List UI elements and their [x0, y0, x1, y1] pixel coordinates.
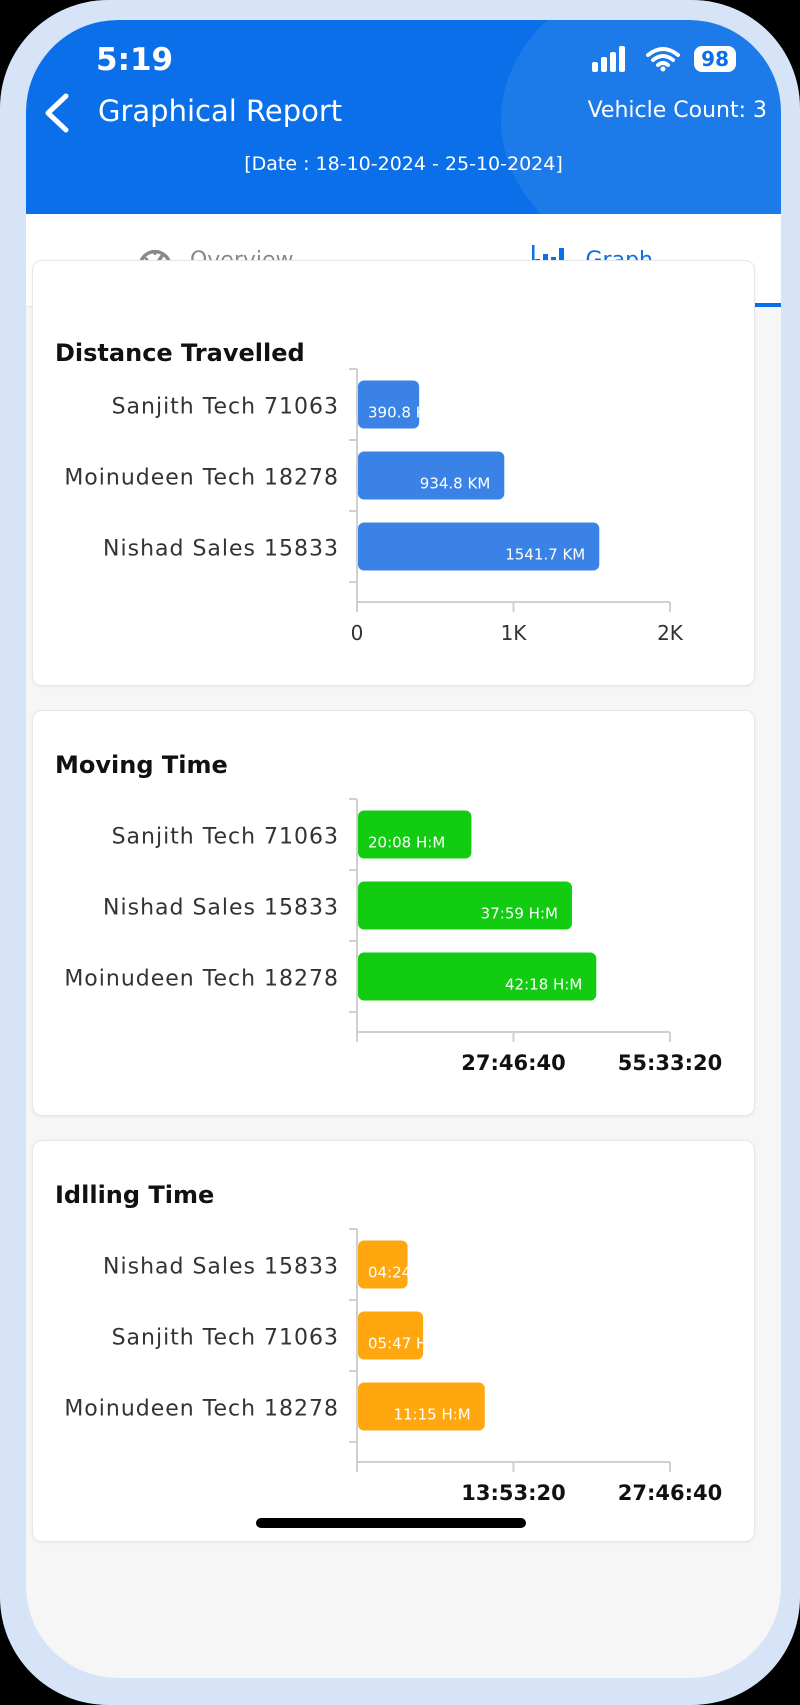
back-button[interactable]: [38, 90, 78, 136]
status-icons: 98: [592, 46, 736, 72]
cellular-signal-icon: [592, 46, 626, 72]
x-tick-label: 27:46:40: [461, 1051, 565, 1075]
page-title: Graphical Report: [98, 94, 343, 128]
distance-card: Distance Travelled Sanjith Tech 71063 390…: [32, 260, 755, 686]
bar-value-label: 37:59 H:M: [481, 905, 558, 923]
wifi-icon: [646, 47, 681, 72]
x-tick-label: 13:53:20: [461, 1481, 565, 1505]
category-label: Nishad Sales 15833: [103, 1255, 339, 1280]
bar-value-label: 390.8 K: [368, 404, 427, 422]
category-label: Moinudeen Tech 18278: [64, 1397, 339, 1422]
category-label: Sanjith Tech 71063: [112, 395, 339, 420]
bar-value-label: 20:08 H:M: [368, 834, 445, 852]
battery-indicator: 98: [694, 46, 736, 72]
category-label: Moinudeen Tech 18278: [64, 466, 339, 491]
x-tick-label: 2K: [657, 621, 684, 645]
idling-time-card: Idlling Time Nishad Sales 15833 04:24 Sanj…: [32, 1140, 755, 1542]
x-tick-label: 1K: [501, 621, 528, 645]
x-tick-label: 0: [351, 621, 364, 645]
distance-chart: Sanjith Tech 71063 390.8 K Moinudeen Tech …: [64, 368, 684, 645]
date-range: [Date : 18-10-2024 - 25-10-2024]: [244, 153, 563, 175]
moving-time-card: Moving Time Sanjith Tech 71063 20:08 H:M N…: [32, 710, 755, 1116]
category-label: Moinudeen Tech 18278: [64, 967, 339, 992]
category-label: Sanjith Tech 71063: [112, 825, 339, 850]
status-time: 5:19: [96, 42, 174, 78]
screen: 5:19 98 Graphical Report Vehicle Count: …: [26, 20, 781, 1678]
chart-title: Moving Time: [55, 751, 228, 779]
app-header: 5:19 98 Graphical Report Vehicle Count: …: [26, 20, 781, 214]
bar-value-label: 04:24: [368, 1264, 411, 1282]
category-label: Nishad Sales 15833: [103, 896, 339, 921]
bar-value-label: 1541.7 KM: [505, 546, 585, 564]
bar-value-label: 05:47 H: [368, 1335, 427, 1353]
bar-value-label: 42:18 H:M: [505, 976, 582, 994]
category-label: Sanjith Tech 71063: [112, 1326, 339, 1351]
bar-value-label: 11:15 H:M: [393, 1406, 470, 1424]
chart-title: Idlling Time: [55, 1181, 215, 1209]
x-tick-label: 27:46:40: [618, 1481, 722, 1505]
category-label: Nishad Sales 15833: [103, 537, 339, 562]
vehicle-count: Vehicle Count: 3: [587, 98, 767, 123]
chart-title: Distance Travelled: [55, 339, 305, 367]
bar-value-label: 934.8 KM: [420, 475, 491, 493]
home-indicator: [256, 1518, 526, 1528]
x-tick-label: 55:33:20: [618, 1051, 722, 1075]
